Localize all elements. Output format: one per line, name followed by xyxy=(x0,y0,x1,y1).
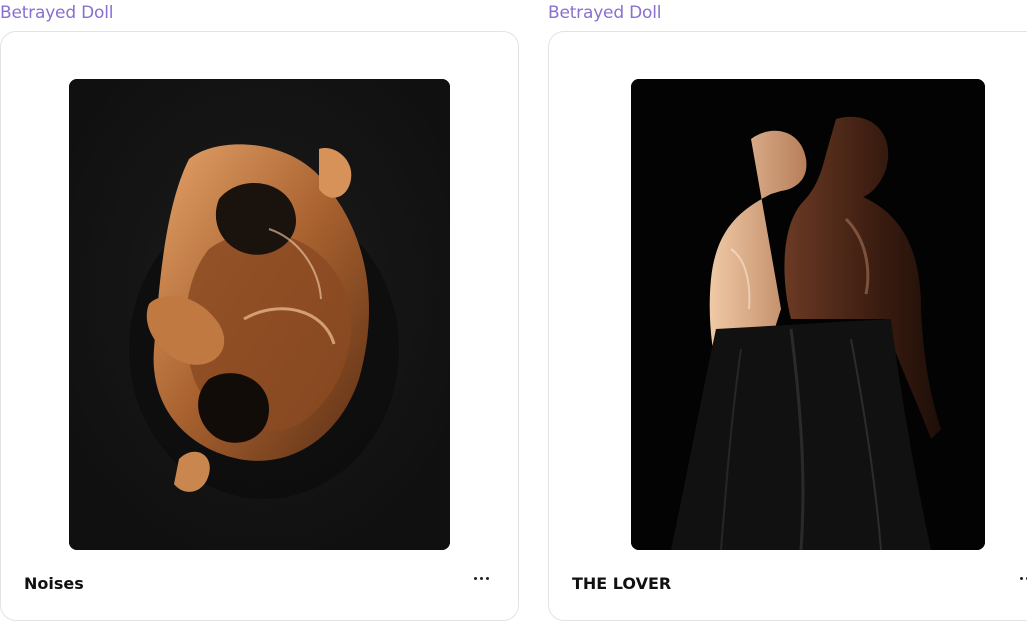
artist-link[interactable]: Betrayed Doll xyxy=(548,3,661,23)
artist-link[interactable]: Betrayed Doll xyxy=(0,3,113,23)
artwork-card[interactable]: THE LOVER xyxy=(548,31,1027,621)
ellipsis-dot xyxy=(480,577,483,580)
ellipsis-horizontal-icon xyxy=(474,577,477,580)
artwork-card[interactable]: Noises xyxy=(0,31,519,621)
more-options-button[interactable] xyxy=(469,570,493,586)
more-options-button[interactable] xyxy=(1015,570,1027,586)
artwork-image[interactable] xyxy=(631,79,985,550)
artwork-image[interactable] xyxy=(69,79,450,550)
artwork-title[interactable]: THE LOVER xyxy=(572,574,671,593)
ellipsis-dot xyxy=(486,577,489,580)
ellipsis-horizontal-icon xyxy=(1020,577,1023,580)
artwork-title[interactable]: Noises xyxy=(24,574,84,593)
